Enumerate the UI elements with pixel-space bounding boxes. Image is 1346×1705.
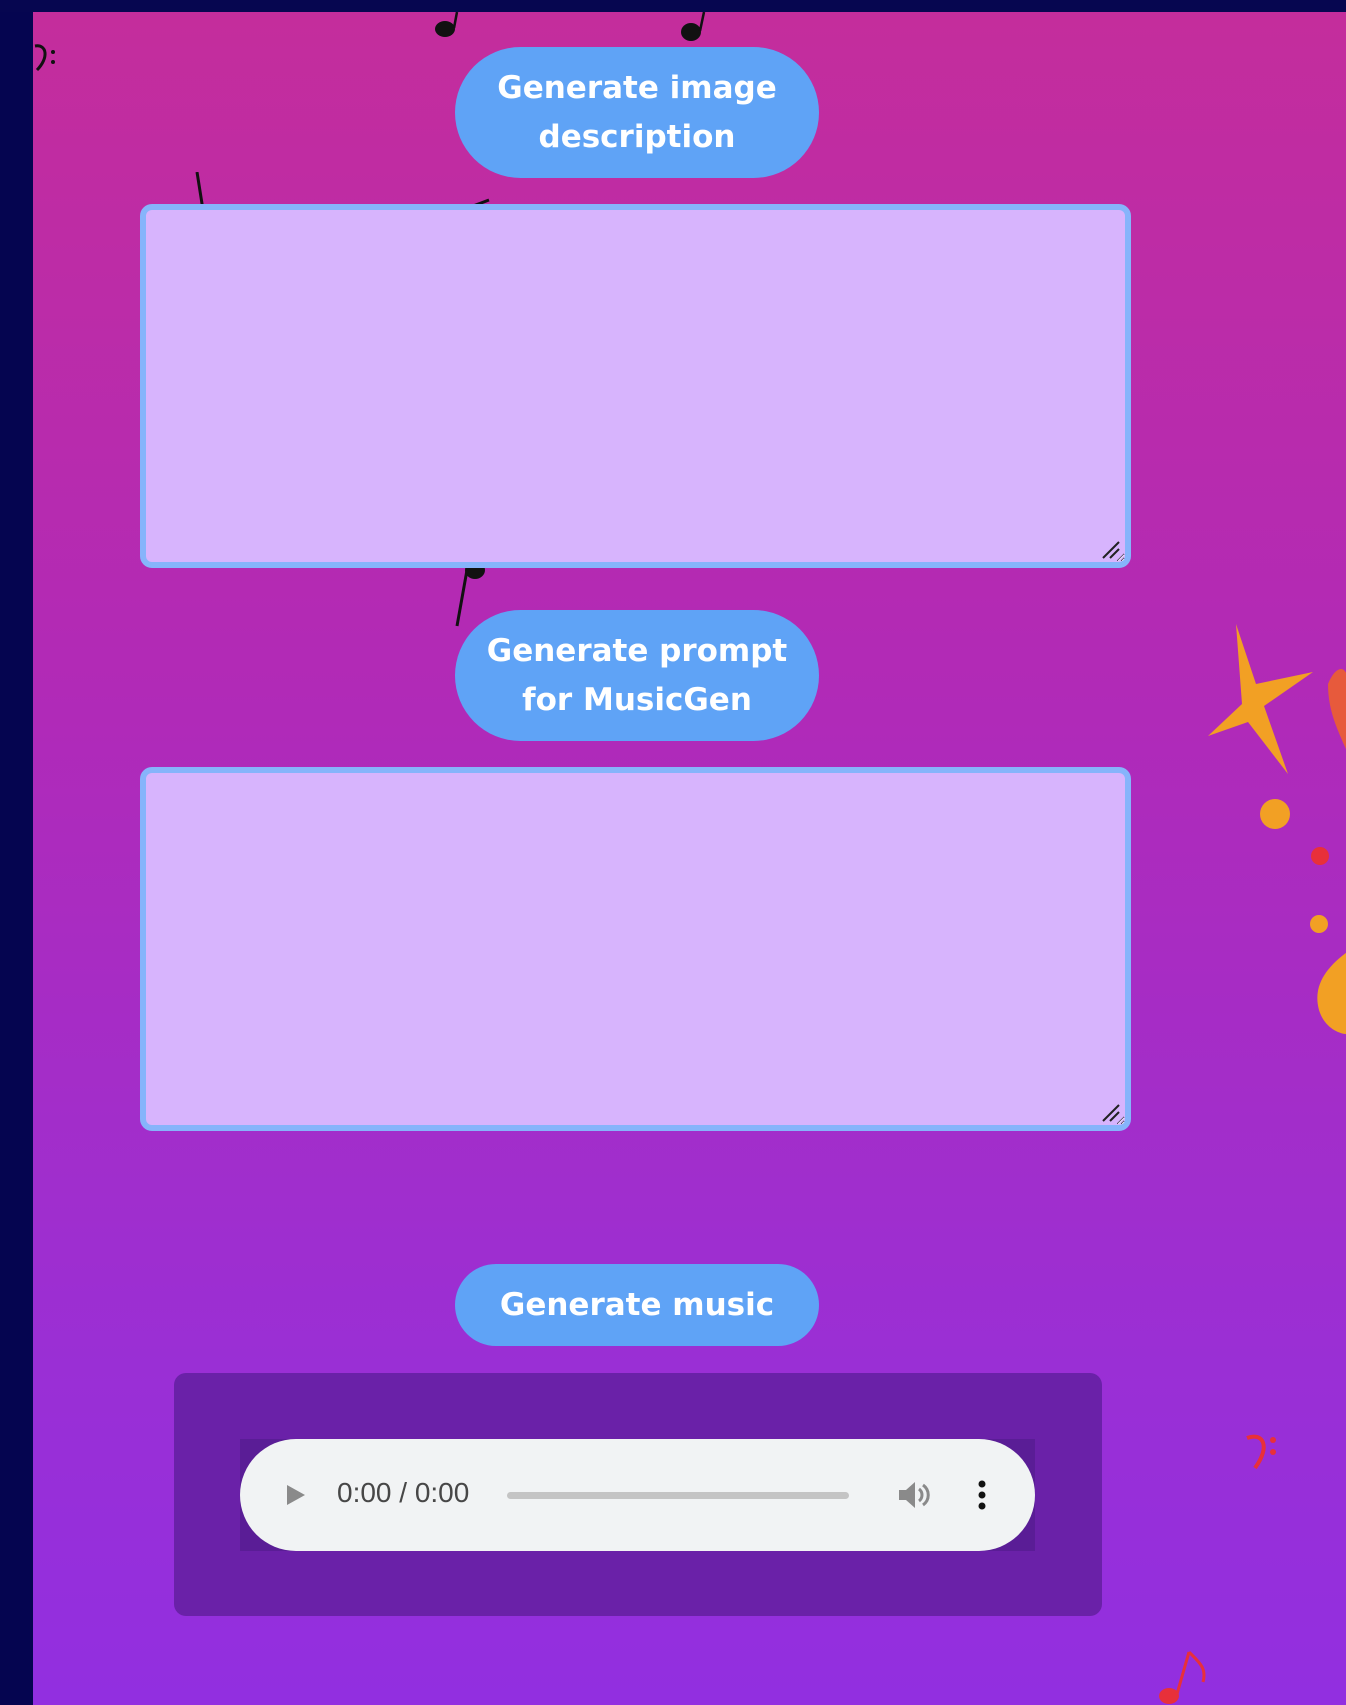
play-icon[interactable] <box>276 1475 316 1515</box>
dot-icon <box>1311 847 1329 865</box>
dot-icon <box>1310 915 1328 933</box>
music-note-icon <box>455 561 485 627</box>
musicgen-prompt-textarea[interactable] <box>140 767 1131 1131</box>
generate-musicgen-prompt-button[interactable]: Generate prompt for MusicGen <box>455 610 819 741</box>
bass-clef-icon <box>34 44 55 72</box>
dot-icon <box>1260 799 1290 829</box>
music-note-icon <box>435 12 459 37</box>
star-burst-icon <box>1208 624 1346 774</box>
music-note-icon <box>1159 1650 1206 1704</box>
audio-output-panel: 0:00 / 0:00 <box>174 1373 1102 1616</box>
audio-time-display: 0:00 / 0:00 <box>337 1477 470 1508</box>
guitar-shape-icon <box>1317 952 1346 1035</box>
image-description-textarea[interactable] <box>140 204 1131 568</box>
top-strip <box>0 0 1346 12</box>
resize-handle-icon[interactable] <box>1099 1101 1121 1123</box>
bass-clef-icon <box>1246 1434 1276 1470</box>
generate-music-button[interactable]: Generate music <box>455 1264 819 1346</box>
audio-player[interactable]: 0:00 / 0:00 <box>240 1439 1035 1551</box>
more-options-icon[interactable] <box>967 1475 997 1515</box>
volume-icon[interactable] <box>895 1475 935 1515</box>
audio-progress-bar[interactable] <box>507 1492 849 1499</box>
page-background: Generate image description Generate prom… <box>33 12 1346 1705</box>
music-note-icon <box>681 12 706 41</box>
resize-handle-icon[interactable] <box>1099 538 1121 560</box>
generate-image-description-button[interactable]: Generate image description <box>455 47 819 178</box>
